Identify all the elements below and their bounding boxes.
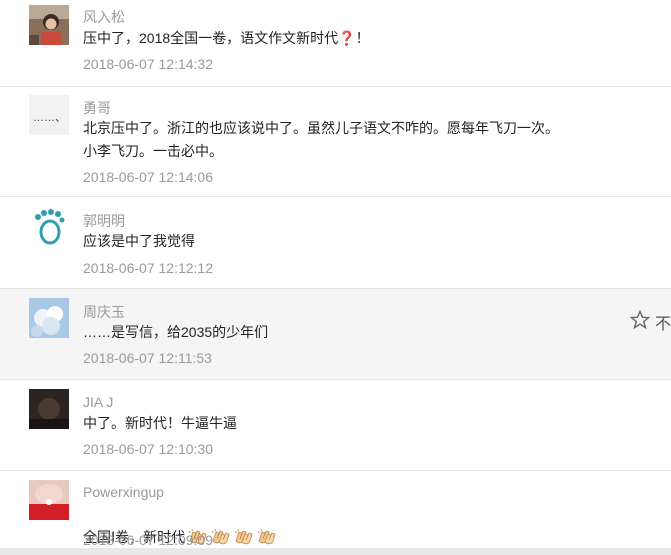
comment-author[interactable]: JIA J [83,394,113,410]
avatar[interactable]: ……、 [29,95,69,135]
flower-avatar [29,298,69,338]
avatar[interactable] [29,298,69,338]
comment-time: 2018-06-07 12:10:30 [83,441,213,457]
comment-text: 北京压中了。浙江的也应该说中了。虽然儿子语文不咋的。愿每年飞刀一次。 小李飞刀。… [83,120,559,159]
comment-text: 中了。新时代！牛逼牛逼 [83,415,237,431]
comment-item: Powerxingup 全国Ⅰ卷，新时代 2018-06-07 12:09:09 [0,471,671,555]
clapping-hands-icon [211,528,230,545]
red-photo-avatar [29,480,69,520]
comment-text: ……是写信，给2035的少年们 [83,324,269,340]
avatar[interactable] [29,5,69,45]
sketch-avatar: ……、 [33,112,66,124]
report-button[interactable]: 不 [655,310,671,334]
dark-photo-avatar [29,389,69,429]
star-outline-icon[interactable] [630,310,650,330]
avatar[interactable] [29,480,69,520]
comment-time: 2018-06-07 12:12:12 [83,260,213,276]
footprint-avatar [29,207,69,247]
avatar[interactable] [29,389,69,429]
comment-author[interactable]: 勇哥 [83,98,111,118]
comment-item: 风入松 压中了，2018全国一卷，语文作文新时代❓！ 2018-06-07 12… [0,0,671,87]
comment-author[interactable]: Powerxingup [83,484,164,500]
comment-text: 应该是中了我觉得 [83,233,195,249]
comment-time: 2018-06-07 12:14:32 [83,56,213,72]
question-mark-emoji: ❓ [338,30,356,46]
comment-time: 2018-06-07 12:14:06 [83,169,213,185]
clapping-hands-icon [257,528,276,545]
comment-text: 压中了，2018全国一卷，语文作文新时代❓！ [83,30,370,46]
comment-item: JIA J 中了。新时代！牛逼牛逼 2018-06-07 12:10:30 [0,380,671,471]
bottom-scrollbar[interactable] [0,548,671,555]
comment-time: 2018-06-07 12:09:09 [83,532,213,548]
comment-item: 郭明明 应该是中了我觉得 2018-06-07 12:12:12 [0,197,671,289]
avatar[interactable] [29,207,69,247]
comment-time: 2018-06-07 12:11:53 [83,350,212,366]
person-photo-avatar [29,5,69,45]
comment-item: ……、 勇哥 北京压中了。浙江的也应该说中了。虽然儿子语文不咋的。愿每年飞刀一次… [0,87,671,197]
comment-author[interactable]: 郭明明 [83,211,125,231]
comment-author[interactable]: 风入松 [83,7,125,27]
comment-item: 周庆玉 ……是写信，给2035的少年们 2018-06-07 12:11:53 … [0,289,671,380]
clapping-hands-icon [234,528,253,545]
comment-author[interactable]: 周庆玉 [83,302,125,322]
